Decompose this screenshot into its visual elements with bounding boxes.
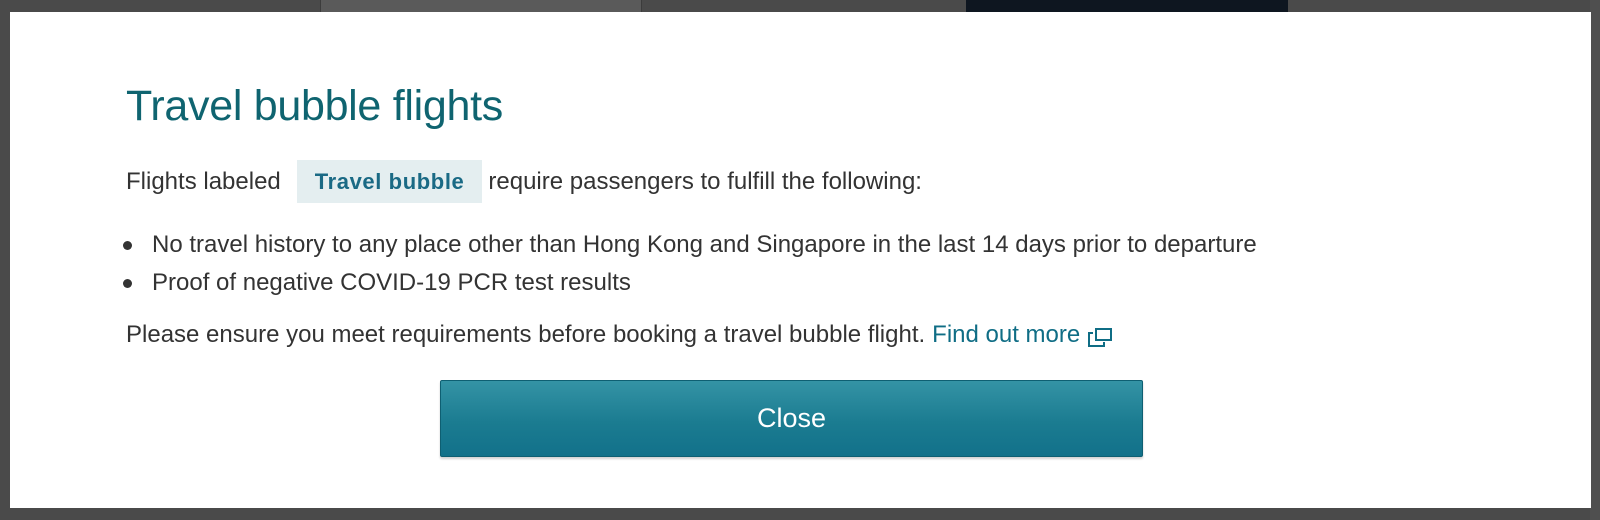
modal-title: Travel bubble flights: [126, 82, 503, 130]
travel-bubble-modal: Travel bubble flights Flights labeled Tr…: [10, 12, 1591, 508]
requirements-list: No travel history to any place other tha…: [123, 226, 1257, 302]
find-out-more-label: Find out more: [932, 321, 1081, 348]
bullet-icon: [123, 241, 132, 250]
external-link-icon: [1087, 327, 1113, 349]
background-panel-dark: [966, 0, 1288, 12]
notice-line: Please ensure you meet requirements befo…: [126, 321, 1113, 349]
list-item: No travel history to any place other tha…: [123, 226, 1257, 264]
requirement-text: No travel history to any place other tha…: [152, 231, 1257, 258]
travel-bubble-tag: Travel bubble: [296, 160, 483, 203]
find-out-more-link[interactable]: Find out more: [932, 321, 1113, 349]
intro-line: Flights labeled Travel bubble require pa…: [126, 160, 922, 203]
background-panel: [320, 0, 642, 12]
background-edge: [1590, 0, 1600, 520]
intro-text-before: Flights labeled: [126, 167, 281, 195]
intro-text-after: require passengers to fulfill the follow…: [488, 167, 922, 195]
list-item: Proof of negative COVID-19 PCR test resu…: [123, 264, 1257, 302]
requirement-text: Proof of negative COVID-19 PCR test resu…: [152, 269, 631, 296]
close-button[interactable]: Close: [440, 380, 1143, 457]
bullet-icon: [123, 279, 132, 288]
notice-text: Please ensure you meet requirements befo…: [126, 321, 926, 348]
